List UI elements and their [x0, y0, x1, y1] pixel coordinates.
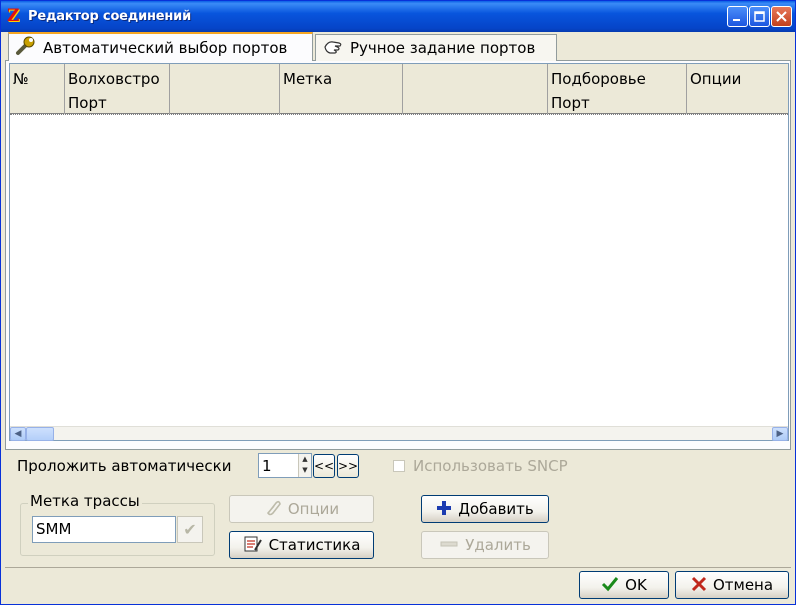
- title-bar[interactable]: Z Редактор соединений: [1, 1, 795, 32]
- checkmark-icon: ✔: [183, 520, 197, 539]
- table-header: № Волховстро Порт Метка Подборовье Порт …: [10, 64, 788, 114]
- minimize-icon: [733, 19, 740, 21]
- spinner-up-icon[interactable]: ▲: [299, 454, 311, 465]
- options-button[interactable]: Опции: [229, 495, 374, 523]
- cancel-button[interactable]: Отмена: [675, 571, 789, 599]
- header-divider: [10, 114, 788, 116]
- scroll-thumb[interactable]: [26, 427, 54, 441]
- tab-manual-label: Ручное задание портов: [350, 39, 536, 57]
- minimize-button[interactable]: [727, 6, 748, 27]
- scroll-left-arrow[interactable]: ◀: [10, 427, 26, 441]
- sncp-label: Использовать SNCP: [413, 457, 568, 475]
- report-icon: [243, 535, 263, 556]
- column-header-volkhovstro-port[interactable]: Волховстро Порт: [65, 64, 170, 114]
- scroll-right-arrow[interactable]: ▶: [772, 427, 788, 441]
- sncp-checkbox[interactable]: [393, 460, 405, 472]
- statistics-label: Статистика: [268, 536, 361, 554]
- close-button[interactable]: [771, 6, 792, 27]
- tab-auto-ports[interactable]: Автоматический выбор портов: [8, 32, 313, 61]
- statistics-button[interactable]: Статистика: [229, 531, 374, 559]
- add-label: Добавить: [458, 500, 534, 518]
- maximize-button[interactable]: [749, 6, 770, 27]
- arrow-left-icon: ◀: [14, 429, 22, 439]
- column-header-blank-1[interactable]: [170, 64, 280, 114]
- auto-route-label: Проложить автоматически: [17, 457, 232, 475]
- column-header-label[interactable]: Метка: [280, 64, 403, 114]
- paperclip-icon: [264, 499, 282, 520]
- cross-icon: [691, 576, 707, 595]
- delete-button[interactable]: Удалить: [421, 531, 549, 559]
- column-header-number[interactable]: №: [10, 64, 65, 114]
- trace-label-title: Метка трассы: [28, 492, 142, 510]
- bottom-separator: [5, 567, 791, 568]
- delete-label: Удалить: [465, 536, 531, 554]
- auto-route-spinner[interactable]: 1 ▲ ▼: [258, 453, 312, 478]
- ok-button[interactable]: OK: [579, 571, 669, 599]
- column-header-podborovye-port[interactable]: Подборовье Порт: [548, 64, 687, 114]
- column-header-options[interactable]: Опции: [687, 64, 788, 114]
- maximize-icon: [754, 11, 765, 22]
- connection-editor-window: Z Редактор соединений Ручное задание пор…: [0, 0, 796, 605]
- tab-manual-ports[interactable]: Ручное задание портов: [315, 34, 557, 61]
- auto-route-value[interactable]: 1: [262, 457, 272, 475]
- ok-label: OK: [625, 576, 647, 594]
- next-button[interactable]: >>: [337, 454, 359, 478]
- options-label: Опции: [287, 500, 340, 518]
- horizontal-scrollbar[interactable]: ◀ ▶: [10, 426, 788, 441]
- column-header-blank-2[interactable]: [403, 64, 548, 114]
- minus-icon: [439, 536, 459, 555]
- tab-auto-label: Автоматический выбор портов: [43, 38, 288, 57]
- add-button[interactable]: Добавить: [421, 495, 549, 523]
- wrench-icon: [15, 36, 37, 59]
- spinner-down-icon[interactable]: ▼: [299, 465, 311, 476]
- apply-trace-label-button[interactable]: ✔: [177, 516, 203, 543]
- hand-icon: [322, 37, 344, 60]
- window-title: Редактор соединений: [28, 9, 191, 24]
- spinner-arrows[interactable]: ▲ ▼: [298, 454, 311, 477]
- cancel-label: Отмена: [712, 576, 774, 594]
- close-icon: [776, 11, 787, 22]
- checkmark-icon: [601, 576, 619, 595]
- prev-button[interactable]: <<: [313, 454, 335, 478]
- arrow-right-icon: ▶: [776, 429, 784, 439]
- plus-icon: [436, 500, 452, 519]
- trace-label-input[interactable]: SMM: [32, 516, 176, 543]
- app-icon: Z: [7, 6, 20, 26]
- ports-table[interactable]: № Волховстро Порт Метка Подборовье Порт …: [9, 63, 789, 441]
